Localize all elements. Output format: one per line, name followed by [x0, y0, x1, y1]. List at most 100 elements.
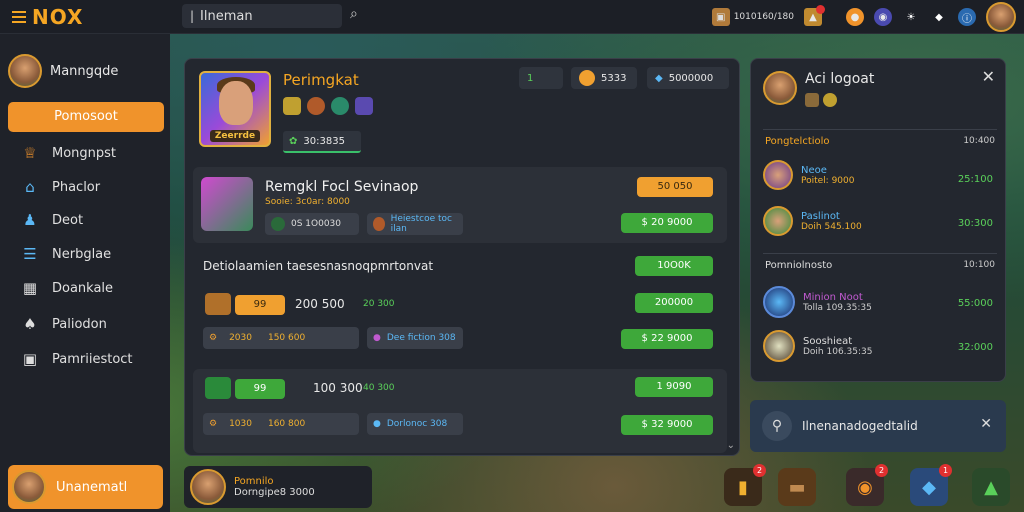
avatar [763, 206, 793, 236]
section-count: 10:400 [963, 136, 995, 146]
magic-icon[interactable] [355, 97, 373, 115]
sidebar-item-2[interactable]: ⌂ Phaclor [20, 178, 100, 196]
scroll-icon [205, 293, 231, 315]
panel-section-2: Pomniolnosto 10:100 Minion Noot Tolla 109… [763, 253, 997, 377]
chest-icon[interactable]: ▲ [804, 5, 825, 26]
stat-level: 1 [519, 67, 563, 89]
section-label: Detiolaamien taesesnasnoqpmrtonvat [203, 259, 434, 273]
sidebar-item-7[interactable]: ▣ Pamriiestoct [20, 350, 133, 368]
item-sub: Poitel: 9000 [801, 175, 855, 186]
tag-text: 0S 1O0030 [291, 219, 342, 229]
list-item[interactable]: Sooshieat Doih 106.35:35 [763, 330, 872, 362]
search-input[interactable]: | Ilneman [182, 4, 342, 28]
sidebar-item-6[interactable]: ♠ Paliodon [20, 315, 107, 333]
sidebar-item-4[interactable]: ☰ Nerbglae [20, 245, 111, 263]
sidebar-item-1[interactable]: ♕ Mongnpst [20, 144, 116, 162]
settings-icon[interactable]: ☀ [902, 8, 920, 26]
chat-icon: ☰ [23, 245, 37, 263]
featured-buy-button[interactable]: $ 20 9000 [621, 213, 713, 233]
avatar [763, 71, 797, 105]
shield-icon[interactable] [307, 97, 325, 115]
scroll-down-icon[interactable]: ⌄ [727, 440, 735, 451]
row-claim-button[interactable]: 1 9090 [635, 377, 713, 397]
menu-icon[interactable] [12, 8, 26, 26]
avatar[interactable] [986, 2, 1016, 32]
close-icon[interactable]: ✕ [980, 416, 992, 432]
dock-gem-button[interactable]: ◆ 1 [910, 464, 952, 506]
bottom-user-name: Pomnilo [234, 476, 274, 487]
bottom-user-card[interactable]: Pomnilo Dorngipe8 3000 [184, 466, 372, 508]
potion-icon: ● [373, 333, 381, 343]
player-icon [271, 217, 285, 231]
person-icon: ♟ [23, 211, 37, 229]
compass-icon[interactable] [331, 97, 349, 115]
item-sub: Doih 106.35:35 [803, 346, 873, 357]
avatar [763, 286, 795, 318]
avatar [12, 470, 46, 504]
sidebar-item-label: Paliodon [52, 316, 107, 332]
chest-icon [805, 93, 819, 107]
info-icon[interactable]: ⓘ [958, 8, 976, 26]
activity-panel: Aci logoat ✕ Pongtelctiolo 10:400 Neoe Po… [750, 58, 1006, 382]
dock-wood-button[interactable]: ▬ [778, 468, 816, 506]
sidebar-profile[interactable]: Manngqde [8, 54, 118, 88]
notification-icon[interactable]: ◆ [930, 8, 948, 26]
offer-row-1[interactable]: 99 200 500 20 300 200000 ⚙ 2030 150 600 … [193, 279, 727, 363]
notification-text: Ilnenanadogedtalid [802, 419, 918, 433]
orb-icon[interactable]: ◉ [874, 8, 892, 26]
sidebar-item-5[interactable]: ▦ Doankale [20, 279, 113, 297]
wood-icon: ▬ [788, 476, 806, 498]
dock-potion-button[interactable]: ▲ [972, 468, 1010, 506]
dock-orb-button[interactable]: ◉ 2 [846, 464, 888, 506]
coin-icon [579, 70, 595, 86]
list-item[interactable]: Minion Noot Tolla 109.35:35 [763, 286, 872, 318]
coin-icon[interactable]: ● [846, 8, 864, 26]
item-value: 32:000 [957, 342, 993, 353]
row-buy-button[interactable]: $ 32 9000 [621, 415, 713, 435]
row-tags: ⚙ 1030 160 800 [203, 413, 359, 435]
offer-row-2[interactable]: 99 100 300 40 300 1 9090 ⚙ 1030 160 800 … [193, 369, 727, 453]
avatar [763, 160, 793, 190]
search-icon[interactable]: ⌕ [350, 6, 368, 24]
hero-name: Perimgkat [283, 71, 359, 89]
dock-gold-button[interactable]: ▮ 2 [724, 464, 766, 506]
section-heading: Pomniolnosto [765, 260, 833, 271]
text-cursor-icon: | [190, 9, 195, 23]
row-claim-button[interactable]: 200000 [635, 293, 713, 313]
sidebar-user-button[interactable]: Unanematl [8, 465, 163, 509]
close-icon[interactable]: ✕ [982, 67, 995, 86]
badge: 1 [939, 464, 952, 477]
row-tag-a: 2030 [229, 333, 252, 343]
list-item[interactable]: Paslinot Doih 545.100 [763, 206, 862, 236]
sidebar-item-label: Pamriiestoct [52, 351, 133, 367]
clipboard-icon: ▦ [22, 279, 38, 297]
gem-icon: ◆ [655, 72, 663, 84]
sidebar-item-3[interactable]: ♟ Deot [20, 211, 83, 229]
leaf-icon: ✿ [289, 135, 298, 147]
notification-bar[interactable]: ⚲ Ilnenanadogedtalid ✕ [750, 400, 1006, 452]
resource-tickets[interactable]: ▣ 1010160/180 [711, 8, 794, 26]
crown-icon: ♕ [23, 144, 37, 162]
sun-icon: ⚙ [209, 333, 218, 343]
panel-section-1: Pongtelctiolo 10:400 Neoe Poitel: 9000 25… [763, 129, 997, 249]
item-name: Paslinot [801, 210, 840, 222]
stat-gems: ◆ 5000000 [647, 67, 729, 89]
sidebar-item-active[interactable]: Pomosoot [8, 102, 164, 132]
hero-portrait[interactable]: Zeerrde [199, 71, 271, 147]
sidebar-item-label: Phaclor [52, 179, 101, 195]
featured-reward[interactable]: 50 050 [637, 177, 713, 197]
row-amount: 100 300 [313, 381, 363, 395]
item-value: 55:000 [957, 298, 993, 309]
row-amount: 200 500 [295, 297, 345, 311]
section-heading: Pongtelctiolo [765, 136, 830, 147]
row-buy-button[interactable]: $ 22 9000 [621, 329, 713, 349]
orb-icon: ◉ [857, 476, 873, 498]
item-sub: Tolla 109.35:35 [803, 302, 872, 313]
search-value: Ilneman [200, 8, 253, 24]
list-item[interactable]: Neoe Poitel: 9000 [763, 160, 854, 190]
section-button[interactable]: 10O0K [635, 256, 713, 276]
globe-icon: ● [373, 419, 381, 429]
sword-icon[interactable] [283, 97, 301, 115]
featured-card[interactable]: Remgkl Focl Sevinaop Sooie: 3c0ar: 8000 … [193, 167, 727, 243]
featured-portrait [201, 177, 253, 231]
